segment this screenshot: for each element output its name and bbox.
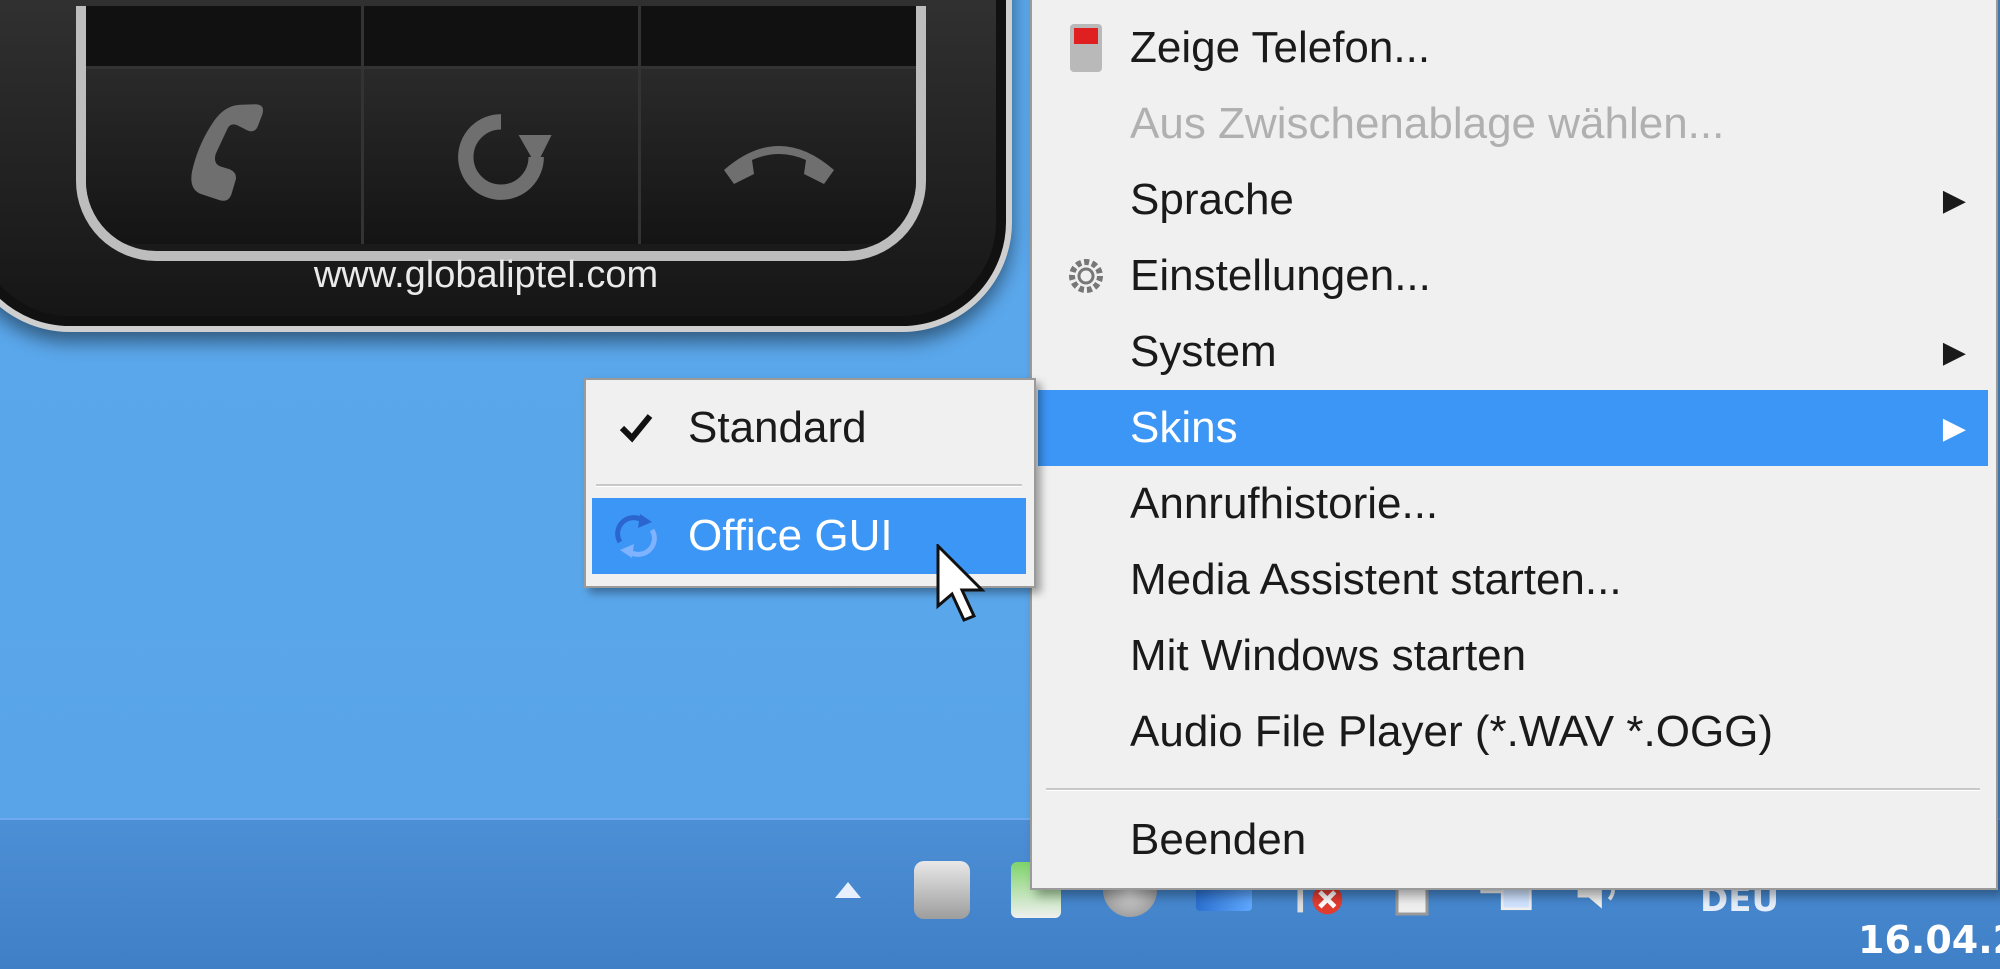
redial-icon — [458, 113, 552, 200]
menu-item-settings[interactable]: Einstellungen... — [1038, 238, 1988, 314]
hangup-icon — [723, 145, 834, 184]
menu-item-label: System — [1130, 327, 1277, 376]
submenu-arrow-icon: ▶ — [1942, 183, 1966, 217]
menu-item-label: Skins — [1130, 403, 1238, 452]
menu-item-start-with-windows[interactable]: Mit Windows starten — [1038, 618, 1988, 694]
menu-separator — [1046, 788, 1980, 791]
keypad-key[interactable] — [86, 6, 364, 66]
keypad-key[interactable] — [363, 6, 642, 66]
skin-switch-icon — [612, 512, 660, 560]
redial-button[interactable] — [363, 69, 642, 244]
keypad-key[interactable] — [641, 6, 916, 66]
menu-item-audio-file-player[interactable]: Audio File Player (*.WAV *.OGG) — [1038, 694, 1988, 770]
menu-item-label: Annrufhistorie... — [1130, 479, 1439, 528]
menu-item-media-assistant[interactable]: Media Assistent starten... — [1038, 542, 1988, 618]
clock-date[interactable]: 16.04.2 — [1858, 918, 2000, 962]
menu-item-show-phone[interactable]: Zeige Telefon... — [1038, 10, 1988, 86]
phone-keypad — [76, 6, 926, 261]
call-icon — [191, 103, 264, 201]
menu-item-label: Media Assistent starten... — [1130, 555, 1622, 604]
keypad-call-row — [86, 66, 916, 244]
tray-context-menu: Zeige Telefon... Aus Zwischenablage wähl… — [1030, 0, 1998, 890]
call-button[interactable] — [86, 69, 364, 244]
menu-item-label: Mit Windows starten — [1130, 631, 1527, 680]
menu-item-language[interactable]: Sprache ▶ — [1038, 162, 1988, 238]
menu-item-label: Sprache — [1130, 175, 1294, 224]
phone-widget: www.globaliptel.com — [0, 0, 1012, 332]
keypad-top-row — [86, 6, 916, 66]
phone-website-label: www.globaliptel.com — [313, 254, 659, 296]
menu-item-label: Beenden — [1130, 815, 1307, 864]
menu-item-label: Audio File Player (*.WAV *.OGG) — [1130, 707, 1774, 756]
mouse-cursor-icon — [936, 542, 992, 628]
gear-icon — [1062, 252, 1110, 300]
submenu-item-label: Office GUI — [688, 511, 893, 560]
hangup-button[interactable] — [641, 69, 916, 244]
menu-item-label: Aus Zwischenablage wählen... — [1130, 99, 1725, 148]
menu-item-paste-from-clipboard: Aus Zwischenablage wählen... — [1038, 86, 1988, 162]
submenu-item-label: Standard — [688, 403, 867, 452]
submenu-item-standard[interactable]: Standard — [592, 390, 1026, 466]
phone-device-icon — [1062, 24, 1110, 72]
menu-item-call-history[interactable]: Annrufhistorie... — [1038, 466, 1988, 542]
menu-item-label: Einstellungen... — [1130, 251, 1431, 300]
menu-item-label: Zeige Telefon... — [1130, 23, 1431, 72]
submenu-arrow-icon: ▶ — [1942, 335, 1966, 369]
submenu-separator — [596, 484, 1022, 487]
phone-app-icon[interactable] — [914, 861, 970, 919]
menu-item-skins[interactable]: Skins ▶ — [1038, 390, 1988, 466]
checkmark-icon — [612, 404, 660, 452]
show-hidden-icons-arrow[interactable] — [820, 862, 876, 918]
menu-item-system[interactable]: System ▶ — [1038, 314, 1988, 390]
menu-item-exit[interactable]: Beenden — [1038, 802, 1988, 878]
submenu-arrow-icon: ▶ — [1942, 411, 1966, 445]
